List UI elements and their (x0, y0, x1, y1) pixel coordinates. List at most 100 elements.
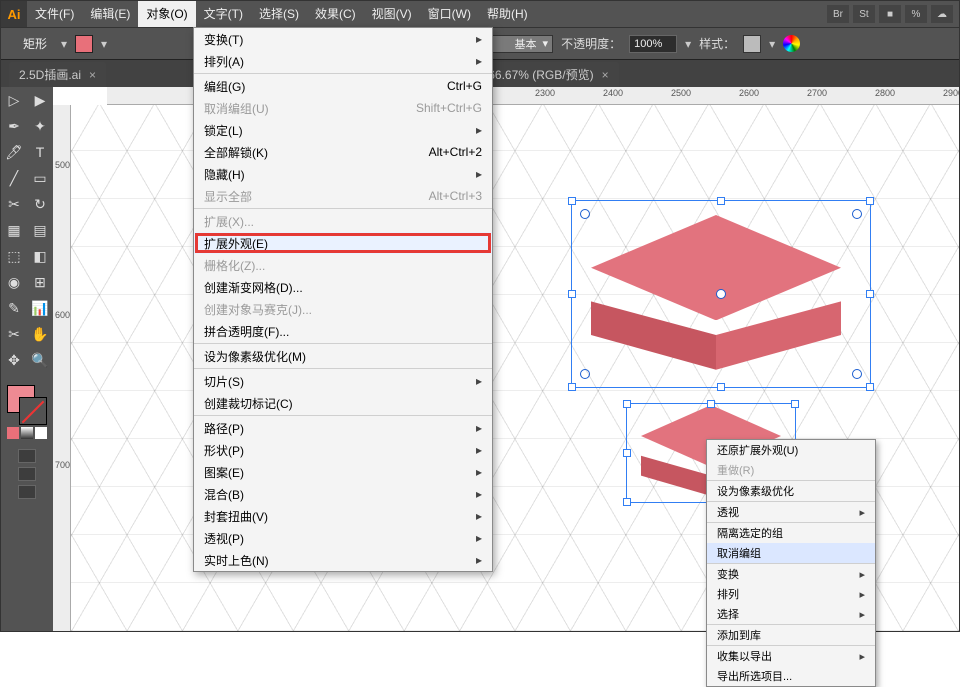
submenu-arrow-icon (476, 509, 482, 523)
menu-item[interactable]: 窗口(W) (420, 1, 479, 27)
context-menu-row: 重做(R) (707, 460, 875, 480)
context-menu-row[interactable]: 添加到库 (707, 625, 875, 645)
fill-stroke-control[interactable] (7, 385, 47, 425)
menu-row[interactable]: 变换(T) (194, 28, 492, 50)
chevron-down-icon[interactable]: ▾ (685, 37, 691, 51)
menubar-icon[interactable]: ■ (879, 5, 901, 23)
menu-row[interactable]: 扩展外观(E) (194, 232, 492, 254)
ruler-label: 700 (55, 460, 70, 470)
menu-item[interactable]: 选择(S) (251, 1, 307, 27)
tool[interactable]: ╱ (1, 165, 27, 191)
menu-row[interactable]: 全部解锁(K)Alt+Ctrl+2 (194, 141, 492, 163)
menu-row[interactable]: 透视(P) (194, 527, 492, 549)
context-menu-row[interactable]: 隔离选定的组 (707, 523, 875, 543)
tool[interactable]: ✋ (27, 321, 53, 347)
close-icon[interactable]: × (89, 68, 96, 82)
ruler-label: 2900 (943, 88, 959, 98)
tool[interactable]: ▦ (1, 217, 27, 243)
menu-row[interactable]: 创建渐变网格(D)... (194, 276, 492, 298)
ruler-label: 2700 (807, 88, 827, 98)
tool[interactable]: ▤ (27, 217, 53, 243)
tool[interactable]: 📊 (27, 295, 53, 321)
chevron-down-icon[interactable]: ▾ (769, 37, 775, 51)
app-logo: Ai (1, 1, 27, 27)
context-menu-row[interactable]: 变换 (707, 564, 875, 584)
tab-document[interactable]: 2.5D插画.ai× (9, 62, 106, 87)
context-menu-row[interactable]: 选择 (707, 604, 875, 624)
submenu-arrow-icon (859, 650, 865, 663)
menu-row[interactable]: 混合(B) (194, 483, 492, 505)
menu-row[interactable]: 设为像素级优化(M) (194, 345, 492, 367)
menu-row[interactable]: 形状(P) (194, 439, 492, 461)
ruler-vertical: 500600700 (53, 105, 71, 631)
tool[interactable]: ⬚ (1, 243, 27, 269)
style-label: 样式： (699, 35, 735, 52)
menubar-icon[interactable]: ☁ (931, 5, 953, 23)
screen-mode[interactable] (1, 449, 53, 499)
menubar-icon[interactable]: St (853, 5, 875, 23)
graphic-style-swatch[interactable] (743, 35, 761, 53)
menu-row[interactable]: 切片(S) (194, 370, 492, 392)
menubar-icon[interactable]: Br (827, 5, 849, 23)
submenu-arrow-icon (859, 608, 865, 621)
context-menu-row[interactable]: 排列 (707, 584, 875, 604)
context-menu[interactable]: 还原扩展外观(U)重做(R)设为像素级优化透视隔离选定的组取消编组变换排列选择添… (706, 439, 876, 687)
close-icon[interactable]: × (602, 68, 609, 82)
tool[interactable]: ⊞ (27, 269, 53, 295)
tool[interactable]: ▶ (27, 87, 53, 113)
menu-item[interactable]: 文字(T) (196, 1, 251, 27)
fill-swatch[interactable] (75, 35, 93, 53)
menu-item[interactable]: 帮助(H) (479, 1, 536, 27)
tool[interactable]: ↻ (27, 191, 53, 217)
context-menu-row[interactable]: 还原扩展外观(U) (707, 440, 875, 460)
context-menu-row[interactable]: 收集以导出 (707, 646, 875, 666)
color-mode-row[interactable] (5, 427, 49, 439)
chevron-down-icon[interactable]: ▾ (61, 37, 67, 51)
tool[interactable]: ✎ (1, 295, 27, 321)
menubar-icon[interactable]: % (905, 5, 927, 23)
tool[interactable]: ✒ (1, 113, 27, 139)
tool[interactable]: ✂ (1, 321, 27, 347)
context-menu-row[interactable]: 透视 (707, 502, 875, 522)
menu-item[interactable]: 编辑(E) (82, 1, 138, 27)
context-menu-row[interactable]: 导出所选项目... (707, 666, 875, 686)
tool[interactable]: ✦ (27, 113, 53, 139)
menu-item[interactable]: 对象(O) (138, 1, 195, 27)
context-menu-row[interactable]: 设为像素级优化 (707, 481, 875, 501)
menu-row[interactable]: 锁定(L) (194, 119, 492, 141)
tool[interactable]: ◧ (27, 243, 53, 269)
menu-row[interactable]: 路径(P) (194, 417, 492, 439)
menu-row[interactable]: 创建裁切标记(C) (194, 392, 492, 414)
menu-row[interactable]: 拼合透明度(F)... (194, 320, 492, 342)
opacity-input[interactable] (629, 35, 677, 53)
menu-object-dropdown[interactable]: 变换(T)排列(A)编组(G)Ctrl+G取消编组(U)Shift+Ctrl+G… (193, 27, 493, 572)
tool[interactable]: T (27, 139, 53, 165)
tool[interactable]: ◉ (1, 269, 27, 295)
menu-row[interactable]: 排列(A) (194, 50, 492, 72)
ruler-label: 2300 (535, 88, 555, 98)
menu-row[interactable]: 图案(E) (194, 461, 492, 483)
submenu-arrow-icon (476, 54, 482, 68)
selection-box-large[interactable] (571, 200, 871, 388)
ruler-label: 2600 (739, 88, 759, 98)
tool[interactable]: ✥ (1, 347, 27, 373)
submenu-arrow-icon (859, 568, 865, 581)
tool[interactable]: ▭ (27, 165, 53, 191)
recolor-icon[interactable] (783, 35, 800, 52)
menu-item[interactable]: 文件(F) (27, 1, 82, 27)
menu-row[interactable]: 编组(G)Ctrl+G (194, 75, 492, 97)
tool[interactable]: ▷ (1, 87, 27, 113)
context-menu-row[interactable]: 取消编组 (707, 543, 875, 563)
menu-row[interactable]: 隐藏(H) (194, 163, 492, 185)
tool[interactable]: ✂ (1, 191, 27, 217)
tool[interactable]: 🖊 (1, 139, 27, 165)
menu-row[interactable]: 封套扭曲(V) (194, 505, 492, 527)
submenu-arrow-icon (476, 465, 482, 479)
menu-item[interactable]: 视图(V) (364, 1, 420, 27)
ruler-label: 600 (55, 310, 70, 320)
chevron-down-icon[interactable]: ▾ (101, 37, 107, 51)
menu-row: 栅格化(Z)... (194, 254, 492, 276)
menu-item[interactable]: 效果(C) (307, 1, 364, 27)
menu-row[interactable]: 实时上色(N) (194, 549, 492, 571)
tool[interactable]: 🔍 (27, 347, 53, 373)
